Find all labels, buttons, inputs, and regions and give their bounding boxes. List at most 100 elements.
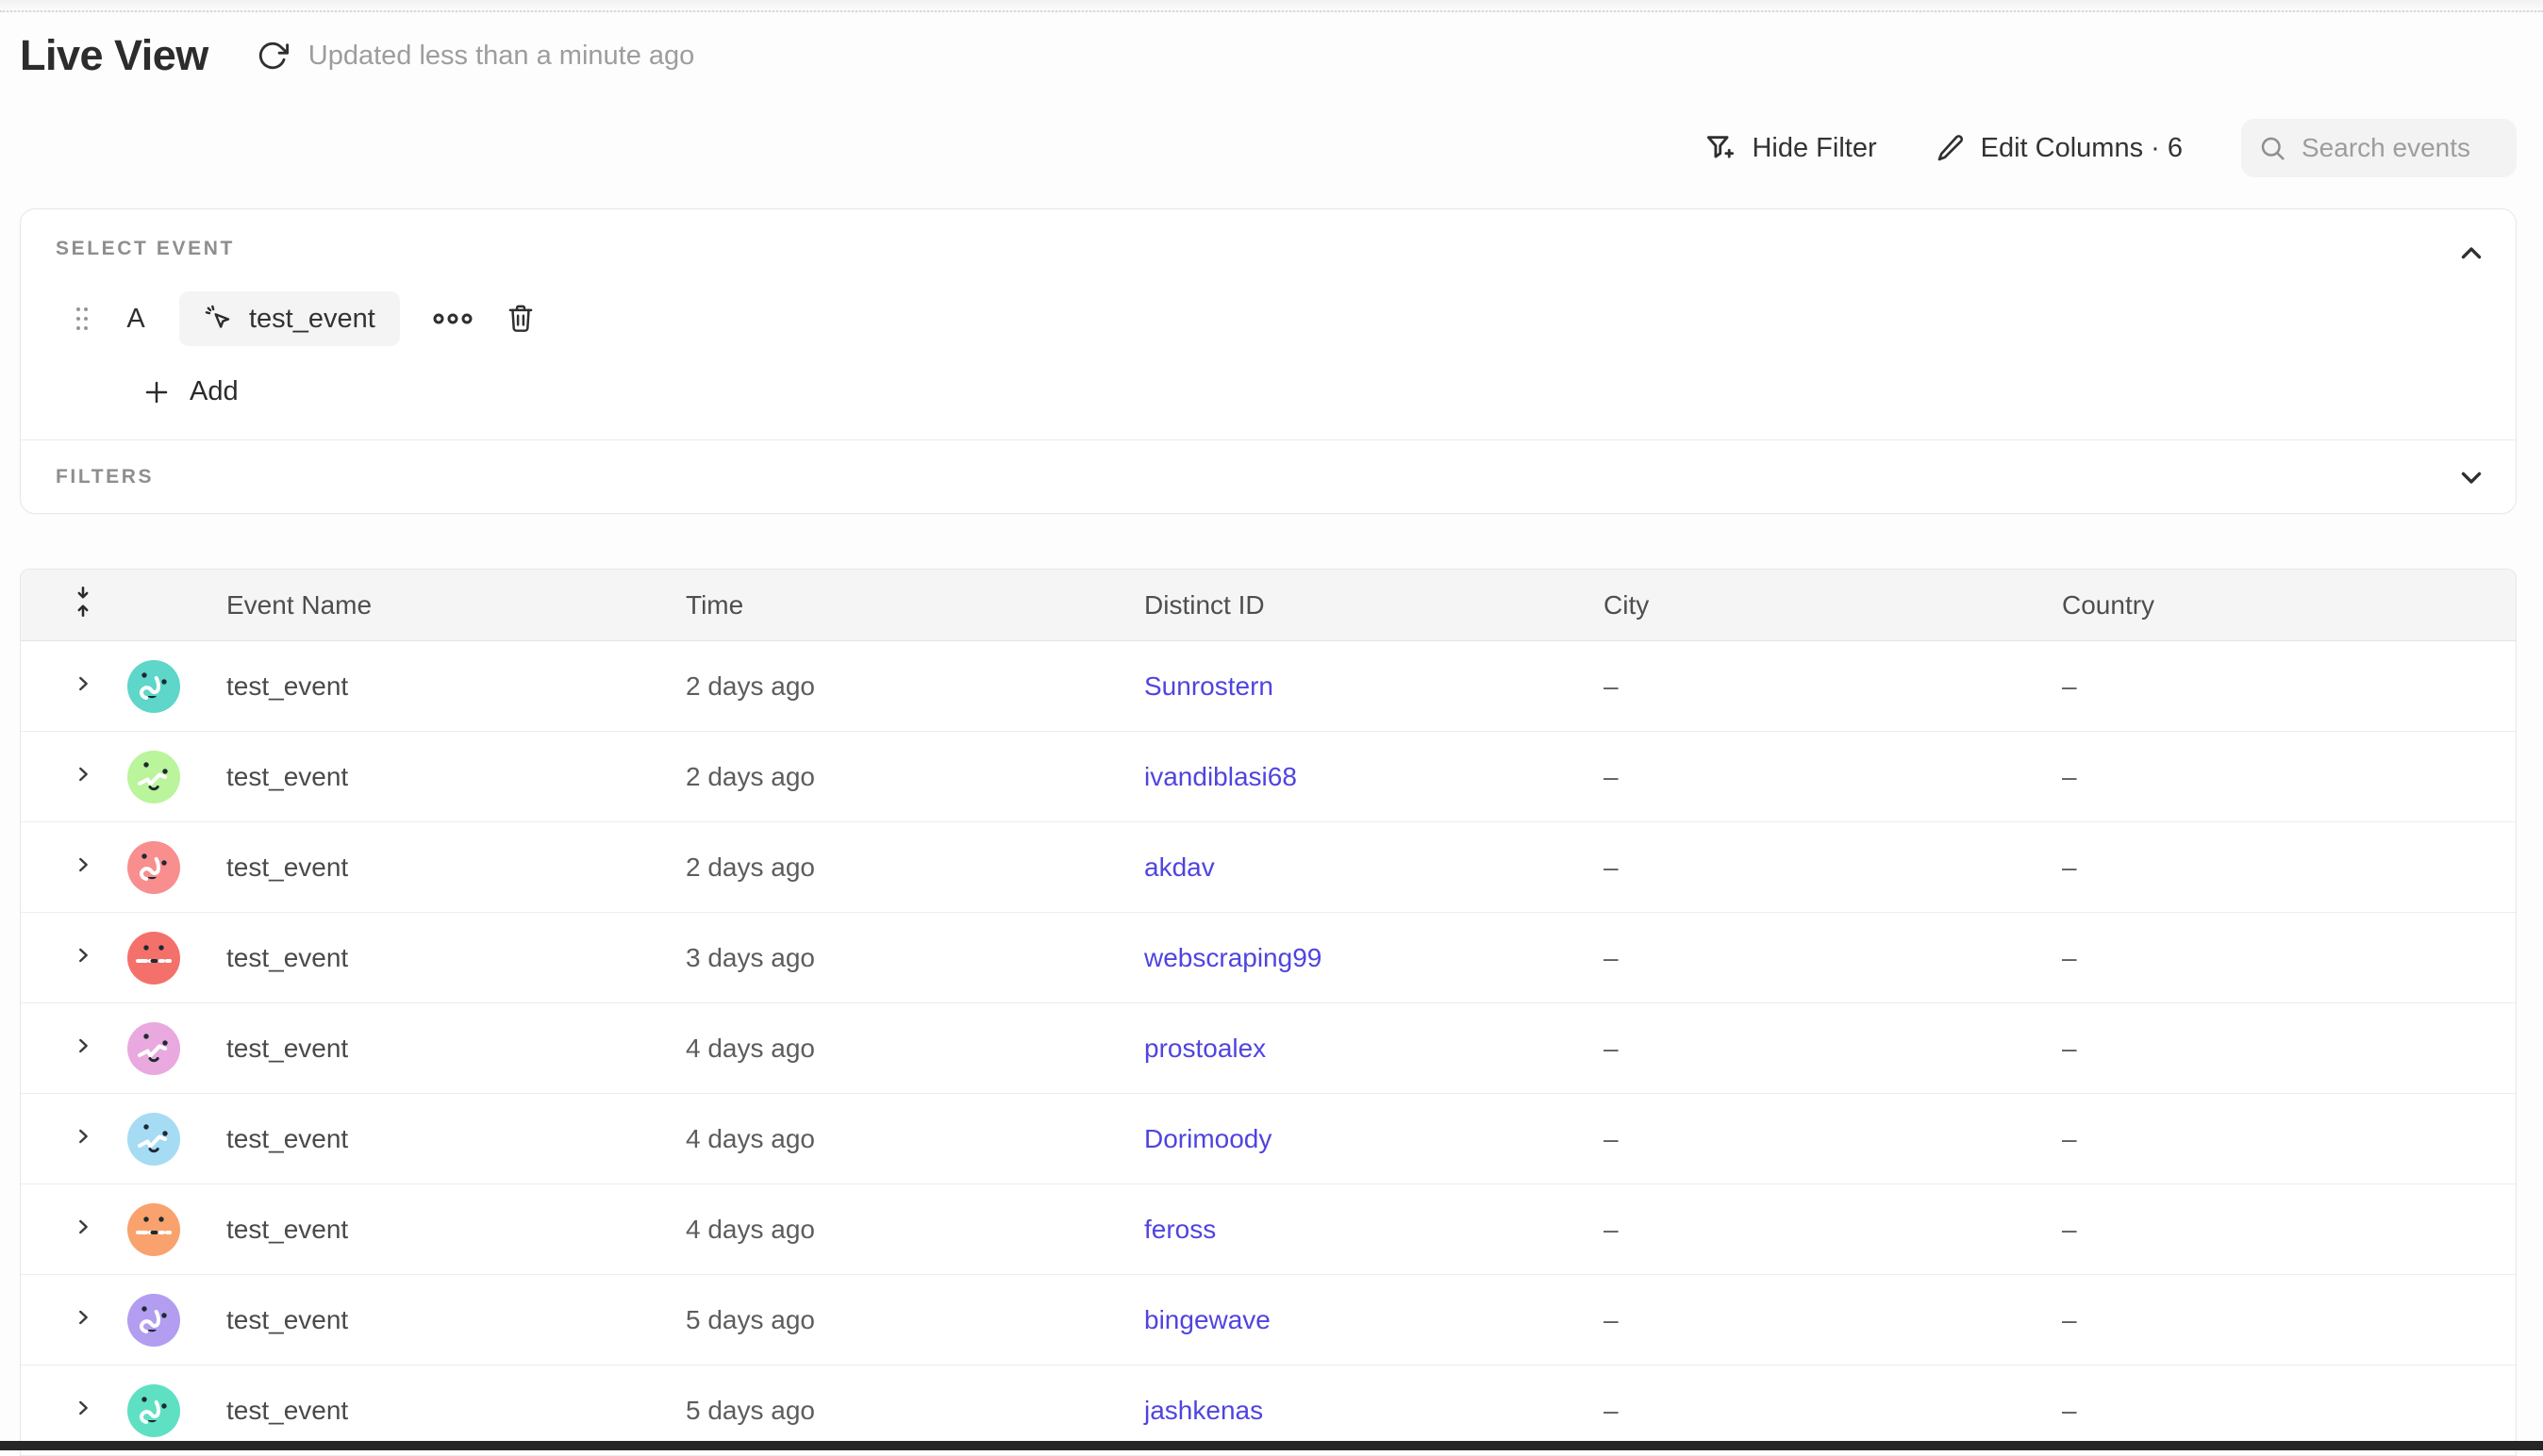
event-name-cell: test_event <box>226 943 686 973</box>
collapse-select-event-button[interactable] <box>2455 238 2487 270</box>
expand-row-button[interactable] <box>73 1035 93 1056</box>
chevron-right-icon <box>73 1035 93 1056</box>
chevron-right-icon <box>73 1216 93 1237</box>
time-cell: 3 days ago <box>686 943 1144 973</box>
avatar[interactable] <box>127 1113 180 1166</box>
bottom-edge-bar <box>0 1441 2543 1450</box>
distinct-id-link[interactable]: Dorimoody <box>1144 1124 1272 1153</box>
country-cell: – <box>2062 1305 2516 1335</box>
avatar[interactable] <box>127 932 180 984</box>
chevron-right-icon <box>73 673 93 694</box>
time-cell: 2 days ago <box>686 762 1144 792</box>
event-name-cell: test_event <box>226 671 686 702</box>
table-row[interactable]: test_event 4 days ago feross – – <box>21 1184 2516 1275</box>
country-cell: – <box>2062 671 2516 702</box>
event-name-cell: test_event <box>226 1396 686 1426</box>
refresh-icon <box>257 40 289 72</box>
country-cell: – <box>2062 1034 2516 1064</box>
country-cell: – <box>2062 1215 2516 1245</box>
chevron-down-icon <box>2455 461 2487 493</box>
collapse-rows-button[interactable] <box>71 584 95 620</box>
distinct-id-link[interactable]: feross <box>1144 1215 1216 1244</box>
event-name-cell: test_event <box>226 852 686 883</box>
table-row[interactable]: test_event 5 days ago bingewave – – <box>21 1275 2516 1365</box>
select-event-section: SELECT EVENT A test_event <box>21 209 2516 439</box>
country-cell: – <box>2062 852 2516 883</box>
expand-row-button[interactable] <box>73 1216 93 1237</box>
table-row[interactable]: test_event 4 days ago prostoalex – – <box>21 1003 2516 1094</box>
time-cell: 4 days ago <box>686 1215 1144 1245</box>
distinct-id-link[interactable]: webscraping99 <box>1144 943 1321 972</box>
pencil-icon <box>1936 133 1966 163</box>
last-updated-text: Updated less than a minute ago <box>308 41 695 72</box>
column-header-event-name: Event Name <box>226 590 686 620</box>
cursor-click-icon <box>204 304 234 334</box>
filters-label: FILTERS <box>56 466 154 488</box>
table-row[interactable]: test_event 2 days ago ivandiblasi68 – – <box>21 732 2516 822</box>
hide-filter-label: Hide Filter <box>1752 133 1876 164</box>
chevron-right-icon <box>73 1398 93 1418</box>
expand-row-button[interactable] <box>73 764 93 785</box>
hide-filter-button[interactable]: Hide Filter <box>1704 132 1876 164</box>
avatar[interactable] <box>127 751 180 803</box>
edit-columns-button[interactable]: Edit Columns · 6 <box>1936 133 2183 164</box>
expand-row-button[interactable] <box>73 1307 93 1328</box>
table-header-row: Event Name Time Distinct ID City Country <box>21 570 2516 641</box>
event-selector-chip[interactable]: test_event <box>179 291 400 346</box>
chevron-up-icon <box>2455 238 2487 270</box>
distinct-id-cell: bingewave <box>1144 1305 1604 1335</box>
column-header-time: Time <box>686 590 1144 620</box>
country-cell: – <box>2062 943 2516 973</box>
table-row[interactable]: test_event 2 days ago Sunrostern – – <box>21 641 2516 732</box>
avatar[interactable] <box>127 841 180 894</box>
time-cell: 5 days ago <box>686 1305 1144 1335</box>
search-events-input[interactable] <box>2300 132 2500 164</box>
avatar[interactable] <box>127 1294 180 1347</box>
search-events-box <box>2241 119 2517 177</box>
drag-handle-icon[interactable] <box>72 302 92 336</box>
distinct-id-link[interactable]: prostoalex <box>1144 1034 1266 1063</box>
city-cell: – <box>1604 1034 2062 1064</box>
distinct-id-link[interactable]: jashkenas <box>1144 1396 1263 1425</box>
delete-event-button[interactable] <box>506 303 536 335</box>
distinct-id-link[interactable]: ivandiblasi68 <box>1144 762 1297 791</box>
avatar[interactable] <box>127 1022 180 1075</box>
event-row: A test_event <box>72 291 2487 346</box>
distinct-id-cell: prostoalex <box>1144 1034 1604 1064</box>
event-row-letter: A <box>125 304 147 335</box>
add-event-label: Add <box>190 376 239 407</box>
table-toolbar: Hide Filter Edit Columns · 6 <box>20 119 2517 177</box>
distinct-id-link[interactable]: akdav <box>1144 852 1215 882</box>
distinct-id-cell: akdav <box>1144 852 1604 883</box>
distinct-id-cell: Sunrostern <box>1144 671 1604 702</box>
city-cell: – <box>1604 671 2062 702</box>
distinct-id-link[interactable]: bingewave <box>1144 1305 1271 1334</box>
expand-row-button[interactable] <box>73 854 93 875</box>
plus-icon <box>142 378 171 406</box>
distinct-id-cell: Dorimoody <box>1144 1124 1604 1154</box>
country-cell: – <box>2062 1124 2516 1154</box>
table-row[interactable]: test_event 4 days ago Dorimoody – – <box>21 1094 2516 1184</box>
add-event-button[interactable]: Add <box>142 376 239 407</box>
expand-row-button[interactable] <box>73 1398 93 1418</box>
expand-row-button[interactable] <box>73 945 93 966</box>
avatar[interactable] <box>127 1384 180 1437</box>
country-cell: – <box>2062 762 2516 792</box>
time-cell: 4 days ago <box>686 1124 1144 1154</box>
table-body: test_event 2 days ago Sunrostern – – tes… <box>21 641 2516 1456</box>
expand-row-button[interactable] <box>73 1126 93 1147</box>
filters-section: FILTERS <box>21 440 2516 513</box>
table-row[interactable]: test_event 2 days ago akdav – – <box>21 822 2516 913</box>
refresh-button[interactable] <box>254 37 291 74</box>
avatar[interactable] <box>127 1203 180 1256</box>
distinct-id-cell: feross <box>1144 1215 1604 1245</box>
city-cell: – <box>1604 762 2062 792</box>
expand-row-button[interactable] <box>73 673 93 694</box>
column-header-distinct-id: Distinct ID <box>1144 590 1604 620</box>
table-row[interactable]: test_event 3 days ago webscraping99 – – <box>21 913 2516 1003</box>
expand-filters-button[interactable] <box>2455 461 2487 493</box>
avatar[interactable] <box>127 660 180 713</box>
event-more-options-button[interactable] <box>432 309 474 328</box>
event-name-cell: test_event <box>226 1034 686 1064</box>
distinct-id-link[interactable]: Sunrostern <box>1144 671 1273 701</box>
